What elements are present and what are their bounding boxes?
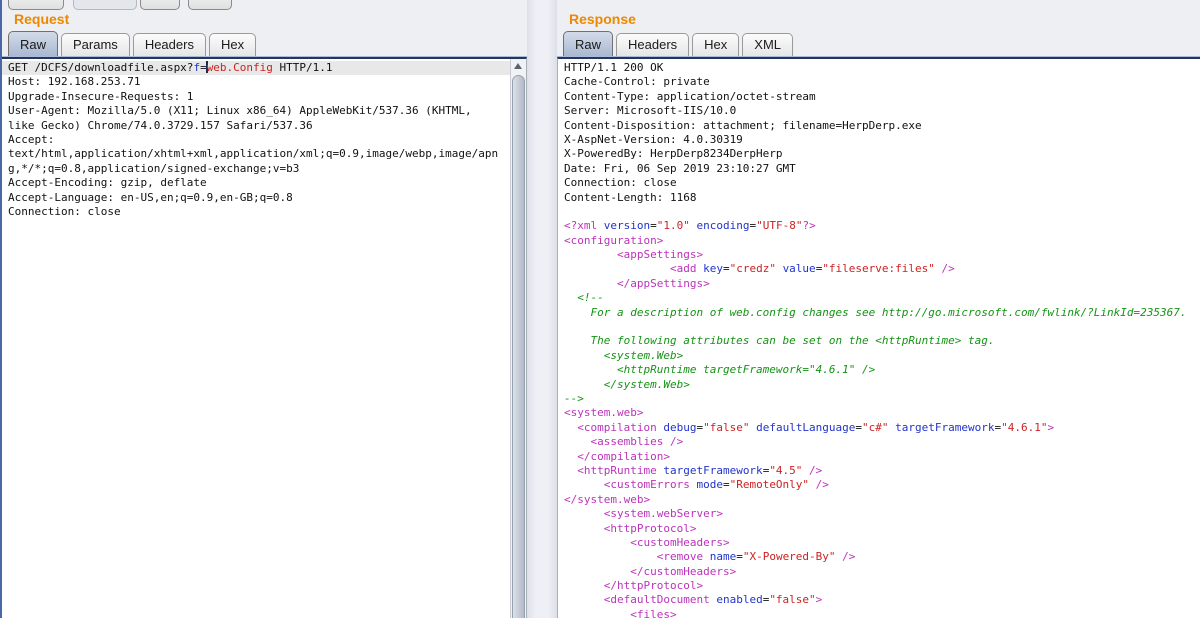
code-line[interactable]: --> [558,392,1200,406]
code-line[interactable]: </appSettings> [558,277,1200,291]
request-scrollbar[interactable] [510,59,526,618]
toolbar-button-partial[interactable] [8,0,64,10]
code-line[interactable]: <httpProtocol> [558,522,1200,536]
code-line[interactable]: <customHeaders> [558,536,1200,550]
code-line[interactable]: Upgrade-Insecure-Requests: 1 [2,90,510,104]
code-line[interactable]: <appSettings> [558,248,1200,262]
code-line[interactable]: Server: Microsoft-IIS/10.0 [558,104,1200,118]
code-line[interactable]: <?xml version="1.0" encoding="UTF-8"?> [558,219,1200,233]
code-line[interactable]: User-Agent: Mozilla/5.0 (X11; Linux x86_… [2,104,510,118]
code-line[interactable]: <files> [558,608,1200,618]
code-line[interactable]: <remove name="X-Powered-By" /> [558,550,1200,564]
code-line[interactable]: </httpProtocol> [558,579,1200,593]
request-raw-text[interactable]: GET /DCFS/downloadfile.aspx?f=web.Config… [2,59,510,618]
scroll-up-icon[interactable] [511,59,526,74]
code-line[interactable]: Content-Disposition: attachment; filenam… [558,119,1200,133]
code-line[interactable]: </compilation> [558,450,1200,464]
tab-headers[interactable]: Headers [133,33,206,56]
tab-xml[interactable]: XML [742,33,793,56]
scrollbar-thumb[interactable] [512,75,525,618]
tab-params[interactable]: Params [61,33,130,56]
code-line[interactable]: X-PoweredBy: HerpDerp8234DerpHerp [558,147,1200,161]
code-line[interactable]: <system.Web> [558,349,1200,363]
code-line[interactable]: Connection: close [2,205,510,219]
request-editor[interactable]: GET /DCFS/downloadfile.aspx?f=web.Config… [2,57,527,618]
code-line[interactable]: Accept-Encoding: gzip, deflate [2,176,510,190]
window-left-border [0,0,2,618]
code-line[interactable]: <httpRuntime targetFramework="4.5" /> [558,464,1200,478]
response-title: Response [569,11,636,27]
code-line[interactable]: HTTP/1.1 200 OK [558,61,1200,75]
code-line[interactable]: For a description of web.config changes … [558,306,1200,320]
code-line[interactable]: <!-- [558,291,1200,305]
burp-http-message-view: Request RawParamsHeadersHex GET /DCFS/do… [0,0,1200,618]
code-line[interactable]: <system.web> [558,406,1200,420]
code-line[interactable]: Host: 192.168.253.71 [2,75,510,89]
code-line[interactable]: <assemblies /> [558,435,1200,449]
code-line[interactable] [558,205,1200,219]
response-editor[interactable]: HTTP/1.1 200 OKCache-Control: privateCon… [557,57,1200,618]
code-line[interactable]: text/html,application/xhtml+xml,applicat… [2,147,510,161]
code-line[interactable]: </system.Web> [558,378,1200,392]
toolbar-button-partial[interactable] [188,0,232,10]
code-line[interactable]: <add key="credz" value="fileserve:files"… [558,262,1200,276]
request-panel: Request RawParamsHeadersHex GET /DCFS/do… [2,0,527,618]
code-line[interactable]: X-AspNet-Version: 4.0.30319 [558,133,1200,147]
tab-raw[interactable]: Raw [8,31,58,56]
toolbar-button-partial[interactable] [140,0,180,10]
toolbar-button-partial[interactable] [73,0,137,10]
response-raw-text[interactable]: HTTP/1.1 200 OKCache-Control: privateCon… [558,59,1200,618]
code-line[interactable]: Accept-Language: en-US,en;q=0.9,en-GB;q=… [2,191,510,205]
code-line[interactable]: GET /DCFS/downloadfile.aspx?f=web.Config… [2,61,510,75]
code-line[interactable]: Connection: close [558,176,1200,190]
code-line[interactable]: Cache-Control: private [558,75,1200,89]
code-line[interactable]: </system.web> [558,493,1200,507]
tab-raw[interactable]: Raw [563,31,613,56]
tab-hex[interactable]: Hex [209,33,256,56]
response-panel: Response RawHeadersHexXML HTTP/1.1 200 O… [557,0,1200,618]
request-tab-bar: RawParamsHeadersHex [2,31,527,57]
code-line[interactable]: <system.webServer> [558,507,1200,521]
code-line[interactable]: <configuration> [558,234,1200,248]
code-line[interactable]: <httpRuntime targetFramework="4.6.1" /> [558,363,1200,377]
code-line[interactable]: g,*/*;q=0.8,application/signed-exchange;… [2,162,510,176]
panel-divider[interactable] [527,0,557,618]
code-line[interactable]: Content-Type: application/octet-stream [558,90,1200,104]
code-line[interactable]: like Gecko) Chrome/74.0.3729.157 Safari/… [2,119,510,133]
code-line[interactable]: Date: Fri, 06 Sep 2019 23:10:27 GMT [558,162,1200,176]
response-tab-bar: RawHeadersHexXML [557,31,1200,57]
code-line[interactable]: The following attributes can be set on t… [558,334,1200,348]
code-line[interactable]: <customErrors mode="RemoteOnly" /> [558,478,1200,492]
tab-hex[interactable]: Hex [692,33,739,56]
code-line[interactable]: </customHeaders> [558,565,1200,579]
code-line[interactable]: <defaultDocument enabled="false"> [558,593,1200,607]
code-line[interactable]: <compilation debug="false" defaultLangua… [558,421,1200,435]
request-title: Request [14,11,69,27]
code-line[interactable] [558,320,1200,334]
code-line[interactable]: Accept: [2,133,510,147]
code-line[interactable]: Content-Length: 1168 [558,191,1200,205]
tab-headers[interactable]: Headers [616,33,689,56]
